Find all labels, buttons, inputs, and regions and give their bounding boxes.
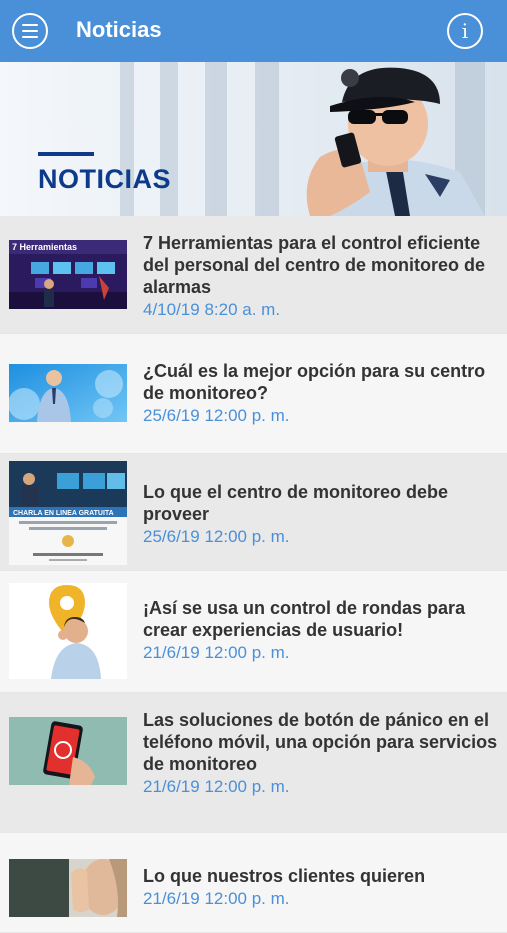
news-title: Las soluciones de botón de pánico en el … <box>143 710 498 774</box>
news-item[interactable]: Lo que nuestros clientes quieren 21/6/19… <box>0 833 507 933</box>
news-date: 4/10/19 8:20 a. m. <box>143 300 281 319</box>
news-date: 21/6/19 12:00 p. m. <box>143 777 290 796</box>
info-icon[interactable]: i <box>447 13 483 49</box>
news-thumbnail-charla: CHARLA EN LINEA GRATUITA <box>9 461 127 565</box>
security-guard-image <box>306 67 485 216</box>
news-item[interactable]: ¿Cuál es la mejor opción para su centro … <box>0 334 507 454</box>
news-list: 7 Herramientas 7 Herramientas para el co… <box>0 216 507 933</box>
news-item[interactable]: 7 Herramientas 7 Herramientas para el co… <box>0 216 507 334</box>
news-title: ¿Cuál es la mejor opción para su centro … <box>143 361 486 403</box>
news-thumbnail-rondas <box>9 583 127 679</box>
hero-banner: NOTICIAS <box>0 62 507 216</box>
news-item[interactable]: Las soluciones de botón de pánico en el … <box>0 693 507 833</box>
news-thumbnail-best-option <box>9 364 127 422</box>
thumbnail-caption: CHARLA EN LINEA GRATUITA <box>13 510 114 517</box>
news-thumbnail-herramientas: 7 Herramientas <box>9 240 127 309</box>
thumbnail-caption: 7 Herramientas <box>12 242 77 252</box>
page-title: Noticias <box>76 17 162 42</box>
news-thumbnail-clients <box>9 859 127 917</box>
news-date: 25/6/19 12:00 p. m. <box>143 527 290 546</box>
hamburger-icon[interactable] <box>12 13 48 49</box>
news-title: Lo que el centro de monitoreo debe prove… <box>143 482 449 524</box>
app-bar: Noticias i <box>0 0 507 62</box>
news-date: 21/6/19 12:00 p. m. <box>143 643 290 662</box>
news-title: ¡Así se usa un control de rondas para cr… <box>143 598 466 640</box>
news-date: 21/6/19 12:00 p. m. <box>143 889 290 908</box>
news-thumbnail-panic-button <box>9 717 127 785</box>
news-title: 7 Herramientas para el control eficiente… <box>143 233 486 297</box>
news-date: 25/6/19 12:00 p. m. <box>143 406 290 425</box>
hero-title-underline <box>38 152 94 156</box>
news-item[interactable]: ¡Así se usa un control de rondas para cr… <box>0 571 507 693</box>
news-title: Lo que nuestros clientes quieren <box>143 866 426 886</box>
hero-title: NOTICIAS <box>38 164 172 194</box>
news-item[interactable]: CHARLA EN LINEA GRATUITA Lo que el centr… <box>0 454 507 571</box>
